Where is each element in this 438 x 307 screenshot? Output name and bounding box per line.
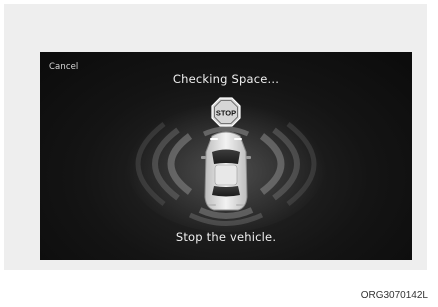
page: STOP Cancel Checking Space... Stop the v…: [0, 0, 438, 307]
figure-code: ORG3070142L: [360, 290, 428, 301]
status-title: Checking Space...: [172, 72, 280, 86]
stop-sign-icon: STOP: [211, 97, 241, 127]
instruction-message: Stop the vehicle.: [175, 230, 277, 244]
figure-frame: STOP Cancel Checking Space... Stop the v…: [4, 4, 427, 270]
display-screen: STOP Cancel Checking Space... Stop the v…: [40, 52, 412, 260]
stop-sign-label: STOP: [216, 109, 236, 118]
cancel-button[interactable]: Cancel: [49, 62, 78, 72]
